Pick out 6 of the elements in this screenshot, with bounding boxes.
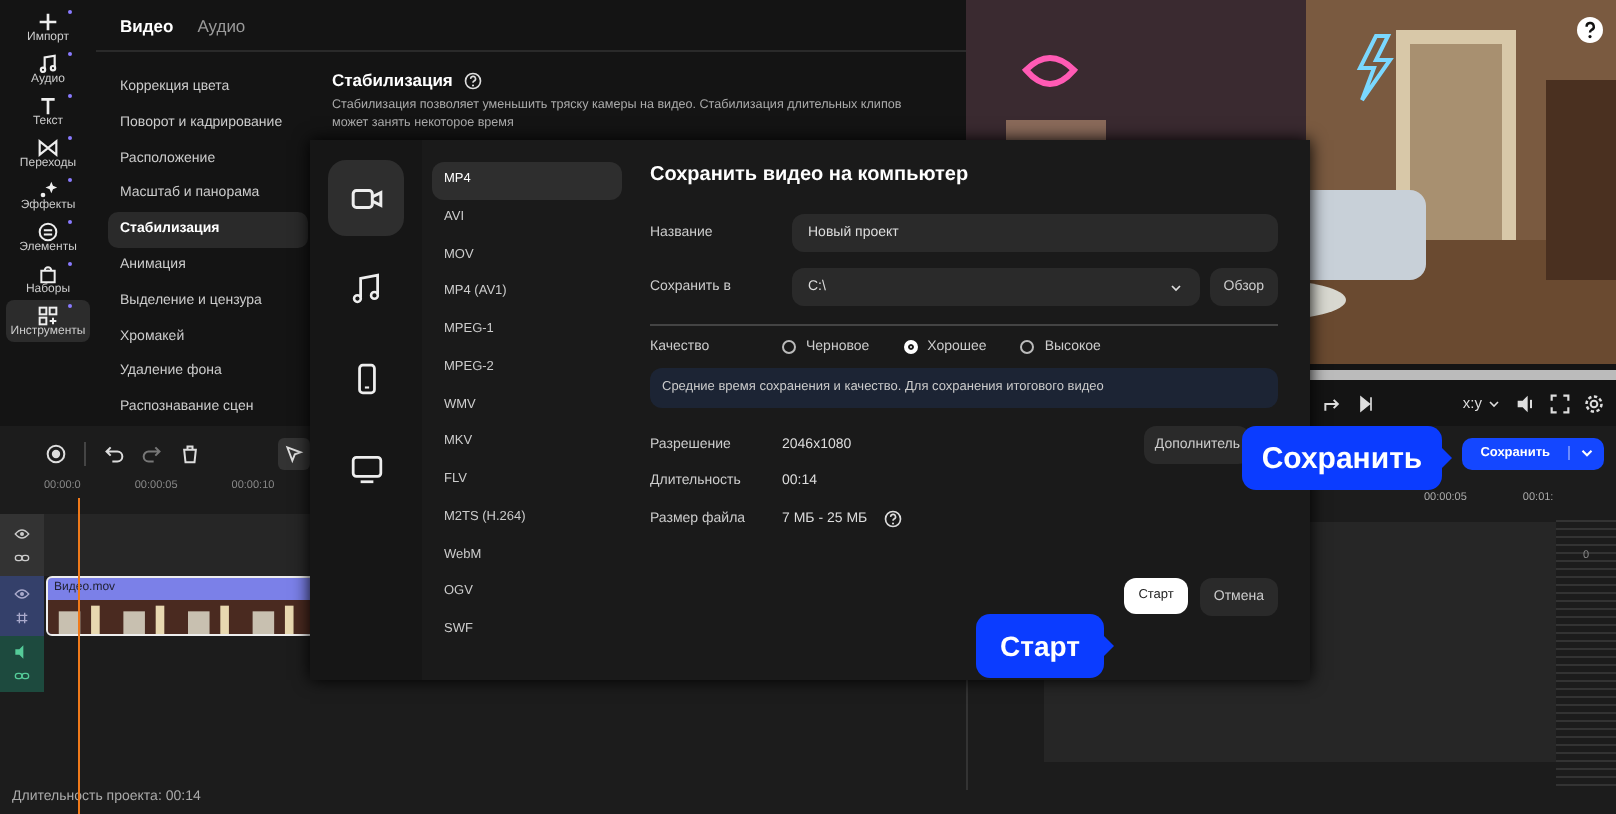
callout: Сохранить [1242, 426, 1452, 490]
callout: Старт [976, 614, 1114, 678]
dialog-title: Сохранить видео на компьютер [650, 164, 971, 190]
section-title: Стабилизация [332, 70, 453, 91]
panel-tab[interactable]: Аудио [197, 15, 246, 36]
panel-tab[interactable]: Видео [120, 15, 174, 36]
